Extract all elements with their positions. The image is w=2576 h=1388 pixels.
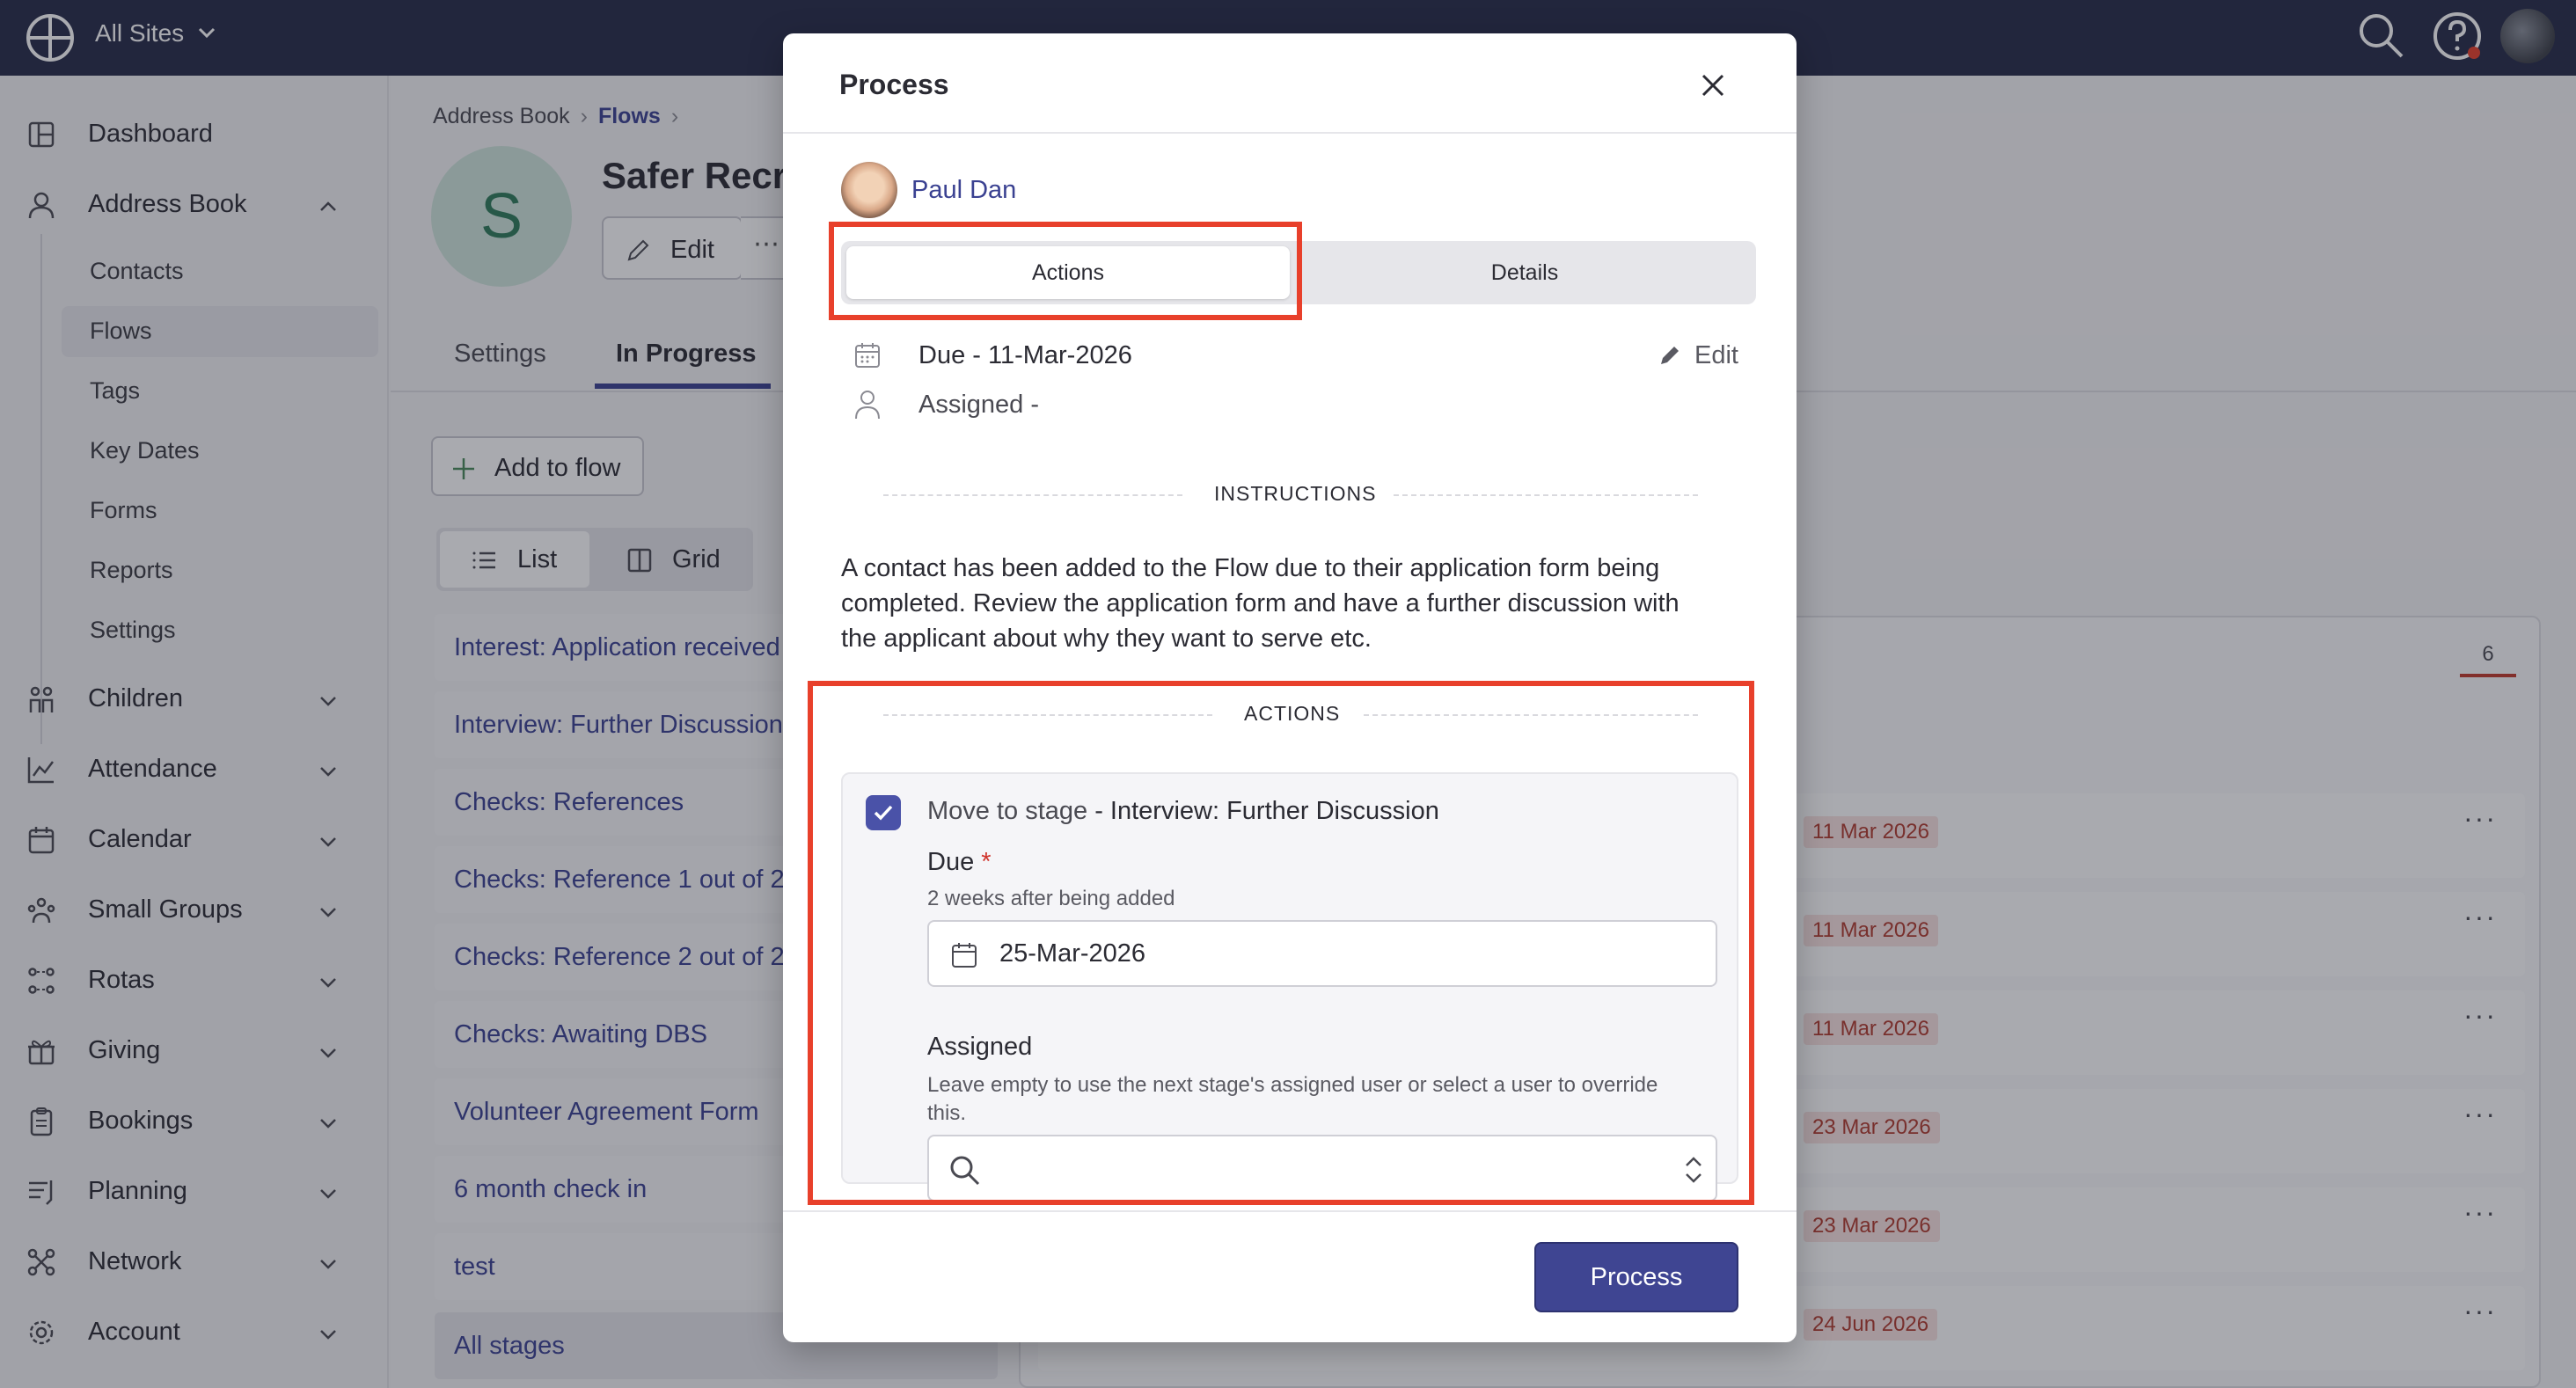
modal-header-divider (783, 132, 1797, 134)
instructions-heading: INSTRUCTIONS (1214, 482, 1377, 505)
modal-footer-divider (783, 1210, 1797, 1212)
close-icon[interactable] (1693, 65, 1733, 106)
pencil-icon[interactable] (1658, 343, 1682, 368)
edit-due-link[interactable]: Edit (1694, 341, 1738, 370)
contact-name-link[interactable]: Paul Dan (911, 176, 1016, 205)
calendar-icon (855, 343, 880, 368)
tab-details[interactable]: Details (1299, 246, 1751, 299)
instructions-body: A contact has been added to the Flow due… (841, 554, 1680, 653)
person-icon (855, 391, 880, 420)
due-date-text: Due - 11-Mar-2026 (918, 341, 1132, 369)
highlight-box (829, 222, 1302, 320)
assigned-text: Assigned - (918, 391, 1040, 419)
process-modal: Process Paul Dan Actions Details Due - 1… (783, 33, 1797, 1342)
process-button[interactable]: Process (1534, 1242, 1738, 1312)
highlight-box (808, 681, 1754, 1205)
contact-avatar (841, 162, 897, 218)
modal-title: Process (839, 69, 949, 100)
section-divider (883, 494, 1182, 496)
section-divider (1394, 494, 1698, 496)
